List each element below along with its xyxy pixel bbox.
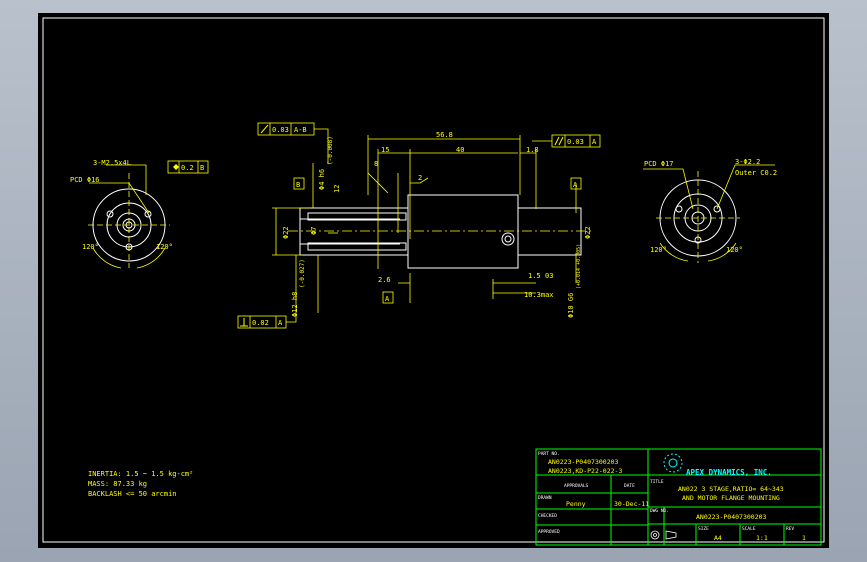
pos-tol-ref: B <box>200 164 204 172</box>
drawn-date: 30-Dec-11 <box>614 500 649 508</box>
title-line-2: AND MOTOR FLANGE MOUNTING <box>682 494 780 502</box>
dim-phi22-left: Φ22 <box>282 226 290 239</box>
part-no-1: AN0223-P0407300203 <box>548 458 619 466</box>
dim-10-3max: 10.3max <box>524 291 554 299</box>
runout-ref: A-B <box>294 126 307 134</box>
datum-b-box: B <box>293 177 305 190</box>
part-no-label: PART NO. <box>538 451 560 457</box>
note-backlash: BACKLASH <= 50 arcmin <box>88 490 177 498</box>
svg-text:A: A <box>385 295 390 303</box>
scale-label: SCALE <box>742 526 756 532</box>
company-logo <box>663 453 683 473</box>
size-label: SIZE <box>698 526 709 532</box>
dim-phi12-tol: (-0.027) <box>299 259 306 288</box>
svg-text:A: A <box>573 181 578 189</box>
approvals-label: APPROVALS <box>564 483 589 489</box>
drawn-by: Penny <box>566 500 586 508</box>
dim-2-6: 2.6 <box>378 276 391 284</box>
left-thread-label: 3-M2.5x4L <box>93 159 131 167</box>
rev-value: 1 <box>802 534 806 542</box>
perpendicularity-tolerance-frame: 0.02 A <box>237 255 297 329</box>
dim-phi10-tol: (+0.014 +0.005) <box>576 244 582 289</box>
left-angle-label-2: 120° <box>156 243 173 251</box>
perp-value: 0.02 <box>252 319 269 327</box>
dim-2: 2 <box>418 174 422 182</box>
size-value: A4 <box>714 534 722 542</box>
right-chamfer-label: Outer C0.2 <box>735 169 777 177</box>
company-name: APEX DYNAMICS, INC. <box>686 468 772 477</box>
right-hole-label: 3-Φ2.2 <box>735 158 760 166</box>
right-pcd-label: PCD Φ17 <box>644 160 674 168</box>
parallel-ref: A <box>592 138 597 146</box>
drawing-border <box>42 17 825 543</box>
dim-phi22-right: Φ22 <box>584 226 592 239</box>
scale-value: 1:1 <box>756 534 768 542</box>
left-view-dims <box>88 164 170 269</box>
dim-phi10-g6: Φ10 G6 <box>567 293 575 318</box>
svg-text:B: B <box>296 181 300 189</box>
cad-drawing-canvas[interactable]: 3-M2.5x4L PCD Φ16 120° 120° 0.2 B 0.03 A… <box>38 13 829 548</box>
dim-phi12-h8: Φ12 h8 <box>291 292 299 317</box>
drawn-label: DRAWN <box>538 495 552 501</box>
runout-tolerance-frame: 0.03 A-B <box>257 122 329 164</box>
right-angle-label-1: 120° <box>650 246 667 254</box>
datum-a-box-right: A <box>570 177 582 190</box>
part-no-2: AN0223,KD-P22-022-3 <box>548 467 622 475</box>
parallel-value: 0.03 <box>567 138 584 146</box>
dim-phi7: Φ7 <box>310 227 318 235</box>
note-inertia: INERTIA: 1.5 ~ 1.5 kg-cm² <box>88 470 193 478</box>
dwg-no-label: DWG NO. <box>650 508 669 514</box>
main-side-view <box>299 194 582 269</box>
checked-label: CHECKED <box>538 513 557 519</box>
dim-12: 12 <box>333 185 341 193</box>
right-angle-label-2: 120° <box>726 246 743 254</box>
dwg-no: AN0223-P0407300203 <box>696 513 767 521</box>
date-label: DATE <box>624 483 635 489</box>
dim-03: 03 <box>545 272 553 280</box>
dim-15: 15 <box>381 146 389 154</box>
dim-8: 8 <box>374 160 378 168</box>
app-window: 3-M2.5x4L PCD Φ16 120° 120° 0.2 B 0.03 A… <box>0 0 867 562</box>
parallelism-tolerance-frame: 0.03 A <box>532 134 601 148</box>
left-angle-label-1: 120° <box>82 243 99 251</box>
drawing-svg: 3-M2.5x4L PCD Φ16 120° 120° 0.2 B 0.03 A… <box>42 17 825 546</box>
dim-40: 40 <box>456 146 464 154</box>
title-label: TITLE <box>650 479 664 485</box>
left-position-tolerance-frame: 0.2 B <box>167 160 209 174</box>
dim-overall: 56.8 <box>436 131 453 139</box>
rev-label: REV <box>786 526 794 532</box>
perp-ref: A <box>278 319 283 327</box>
title-line-1: AN022 3 STAGE,RATIO= 64~343 <box>678 485 784 493</box>
approved-label: APPROVED <box>538 529 560 535</box>
pos-tol-value: 0.2 <box>181 164 194 172</box>
left-pcd-label: PCD Φ16 <box>70 176 100 184</box>
datum-a-box-bottom: A <box>382 291 394 304</box>
dim-1-8: 1.8 <box>526 146 539 154</box>
main-dim-lines <box>272 135 577 313</box>
dim-phi4-tol: (-0.008) <box>327 136 334 165</box>
dim-phi4-h6: Φ4 h6 <box>318 169 326 190</box>
runout-value: 0.03 <box>272 126 289 134</box>
dim-1-5: 1.5 <box>528 272 541 280</box>
note-mass: MASS: 87.33 kg <box>88 480 147 488</box>
